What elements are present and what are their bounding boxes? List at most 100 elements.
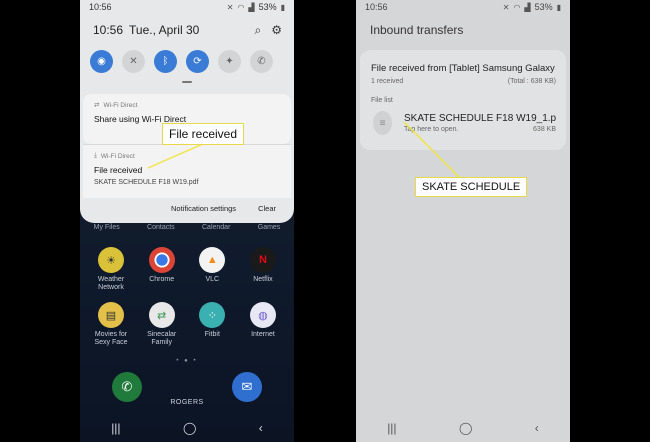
notification-title: Share using Wi-Fi Direct [94,114,187,124]
app-row-2: ▤ Movies for Sexy Face ⇄ Sinecalar Famil… [88,302,286,347]
signal-status-icon: ▟ [524,2,531,12]
weather-icon: ☀ [98,247,124,273]
app-netflix[interactable]: N Netflix [240,247,286,292]
shade-actions: Notification settings Clear [171,204,276,213]
sync-icon[interactable]: ⟳ [186,50,209,73]
file-list-item[interactable]: ≡ SKATE SCHEDULE F18 W19_1.pdf Tap here … [360,104,566,135]
back-button[interactable]: ‹ [259,421,263,435]
gear-icon[interactable]: ⚙ [271,23,282,37]
back-button[interactable]: ‹ [535,421,539,435]
recents-button[interactable]: ||| [387,421,396,435]
flashlight-icon[interactable]: ✦ [218,50,241,73]
app-label: Sinecalar Family [147,331,177,346]
transfer-card: File received from [Tablet] Samsung Gala… [360,50,566,150]
app-label: Netflix [253,276,273,283]
status-time: 10:56 [89,2,112,12]
battery-percent: 53% [258,2,277,12]
netflix-icon: N [249,247,276,273]
home-screen: My Files Contacts Calendar Games ☀ Weath… [80,220,294,442]
recents-button[interactable]: ||| [111,421,120,435]
call-icon[interactable]: ✆ [250,50,273,73]
chrome-icon [148,247,175,273]
left-phone-screen: My Files Contacts Calendar Games ☀ Weath… [80,0,294,442]
dock: ✆ ✉ [80,372,294,402]
file-size: 638 KB [533,126,556,133]
battery-icon: ▮ [556,2,561,12]
mute-status-icon: ✕ [502,2,510,12]
battery-percent: 53% [534,2,553,12]
app-label: Internet [251,331,275,338]
shade-date[interactable]: Tue., April 30 [129,23,199,37]
family-icon: ⇄ [148,302,175,328]
app-family[interactable]: ⇄ Sinecalar Family [139,302,185,347]
status-bar: 10:56 ✕ ◠ ▟ 53% ▮ [356,0,570,14]
shade-header: 10:56 Tue., April 30 ⌕ ⚙ [80,14,294,38]
dock-labels: My Files Contacts Calendar Games [80,224,294,231]
wifi-status-icon: ◠ [513,2,521,12]
mute-status-icon: ✕ [226,2,234,12]
dock-label[interactable]: Contacts [147,224,175,231]
shade-clock: 10:56 [93,23,124,37]
app-fitbit[interactable]: ⁘ Fitbit [189,302,235,347]
received-count: 1 received [371,78,404,85]
mute-icon[interactable]: ✕ [122,50,145,73]
wifi-direct-icon: ⇄ [94,102,100,109]
wifi-icon[interactable]: ◉ [90,50,113,73]
transfer-source: File received from [Tablet] Samsung Gala… [371,63,555,74]
file-list-header: File list [371,97,393,104]
notification-shade: 10:56 ✕ ◠ ▟ 53% ▮ 10:56 Tue., April 30 ⌕… [80,0,294,223]
internet-icon: ◍ [249,302,276,328]
home-button[interactable]: ◯ [459,421,472,435]
quick-settings: ◉ ✕ ᛒ ⟳ ✦ ✆ [80,38,294,73]
app-label: VLC [205,276,220,283]
app-internet[interactable]: ◍ Internet [240,302,286,347]
carrier-label: ROGERS [170,399,204,406]
phone-icon[interactable]: ✆ [112,372,142,402]
app-weather-network[interactable]: ☀ Weather Network [88,247,134,292]
document-icon: ≡ [373,111,392,135]
transfer-meta: 1 received (Total : 638 KB) [360,74,566,85]
bluetooth-icon[interactable]: ᛒ [154,50,177,73]
navigation-bar: ||| ◯ ‹ [80,414,294,442]
total-size: (Total : 638 KB) [507,78,556,85]
download-icon: ⤓ [94,152,97,159]
notification-source: ⇄ Wi-Fi Direct [94,101,138,110]
dock-label[interactable]: Games [258,224,281,231]
home-button[interactable]: ◯ [183,421,196,435]
battery-icon: ▮ [280,2,285,12]
file-hint: Tap here to open. [404,126,459,133]
notification-source: ⤓ Wi-Fi Direct [94,152,135,160]
app-row-1: ☀ Weather Network Chrome ▲ VLC N Netflix [88,247,286,292]
notification-file-received[interactable]: ⤓ Wi-Fi Direct File received SKATE SCHED… [83,144,291,198]
notification-settings-button[interactable]: Notification settings [171,204,236,213]
page-title: Inbound transfers [370,23,464,37]
app-label: Movies for Sexy Face [94,331,128,346]
file-name: SKATE SCHEDULE F18 W19_1.pdf [404,113,556,124]
right-phone-screen: 10:56 ✕ ◠ ▟ 53% ▮ Inbound transfers File… [356,0,570,442]
app-chrome[interactable]: Chrome [139,247,185,292]
dock-label[interactable]: Calendar [202,224,230,231]
fitbit-icon: ⁘ [199,302,226,328]
page-indicator: • ● • [176,358,198,364]
shade-handle[interactable] [182,81,192,83]
callout-file-received: File received [162,123,245,145]
app-label: Fitbit [204,331,220,338]
notification-filename: SKATE SCHEDULE F18 W19.pdf [94,179,199,186]
app-movies[interactable]: ▤ Movies for Sexy Face [88,302,134,347]
status-bar: 10:56 ✕ ◠ ▟ 53% ▮ [80,0,294,14]
screenshot-stage: My Files Contacts Calendar Games ☀ Weath… [0,0,650,442]
search-icon[interactable]: ⌕ [255,23,262,38]
clear-button[interactable]: Clear [258,204,276,213]
dock-label[interactable]: My Files [94,224,120,231]
app-label: Weather Network [97,276,125,291]
signal-status-icon: ▟ [248,2,255,12]
status-time: 10:56 [365,2,388,12]
notification-title: File received [94,165,143,175]
movies-icon: ▤ [98,302,124,328]
callout-skate-schedule: SKATE SCHEDULE [415,177,528,197]
app-vlc[interactable]: ▲ VLC [189,247,235,292]
wifi-status-icon: ◠ [237,2,245,12]
navigation-bar: ||| ◯ ‹ [356,414,570,442]
messages-icon[interactable]: ✉ [232,372,262,402]
app-label: Chrome [149,276,175,283]
